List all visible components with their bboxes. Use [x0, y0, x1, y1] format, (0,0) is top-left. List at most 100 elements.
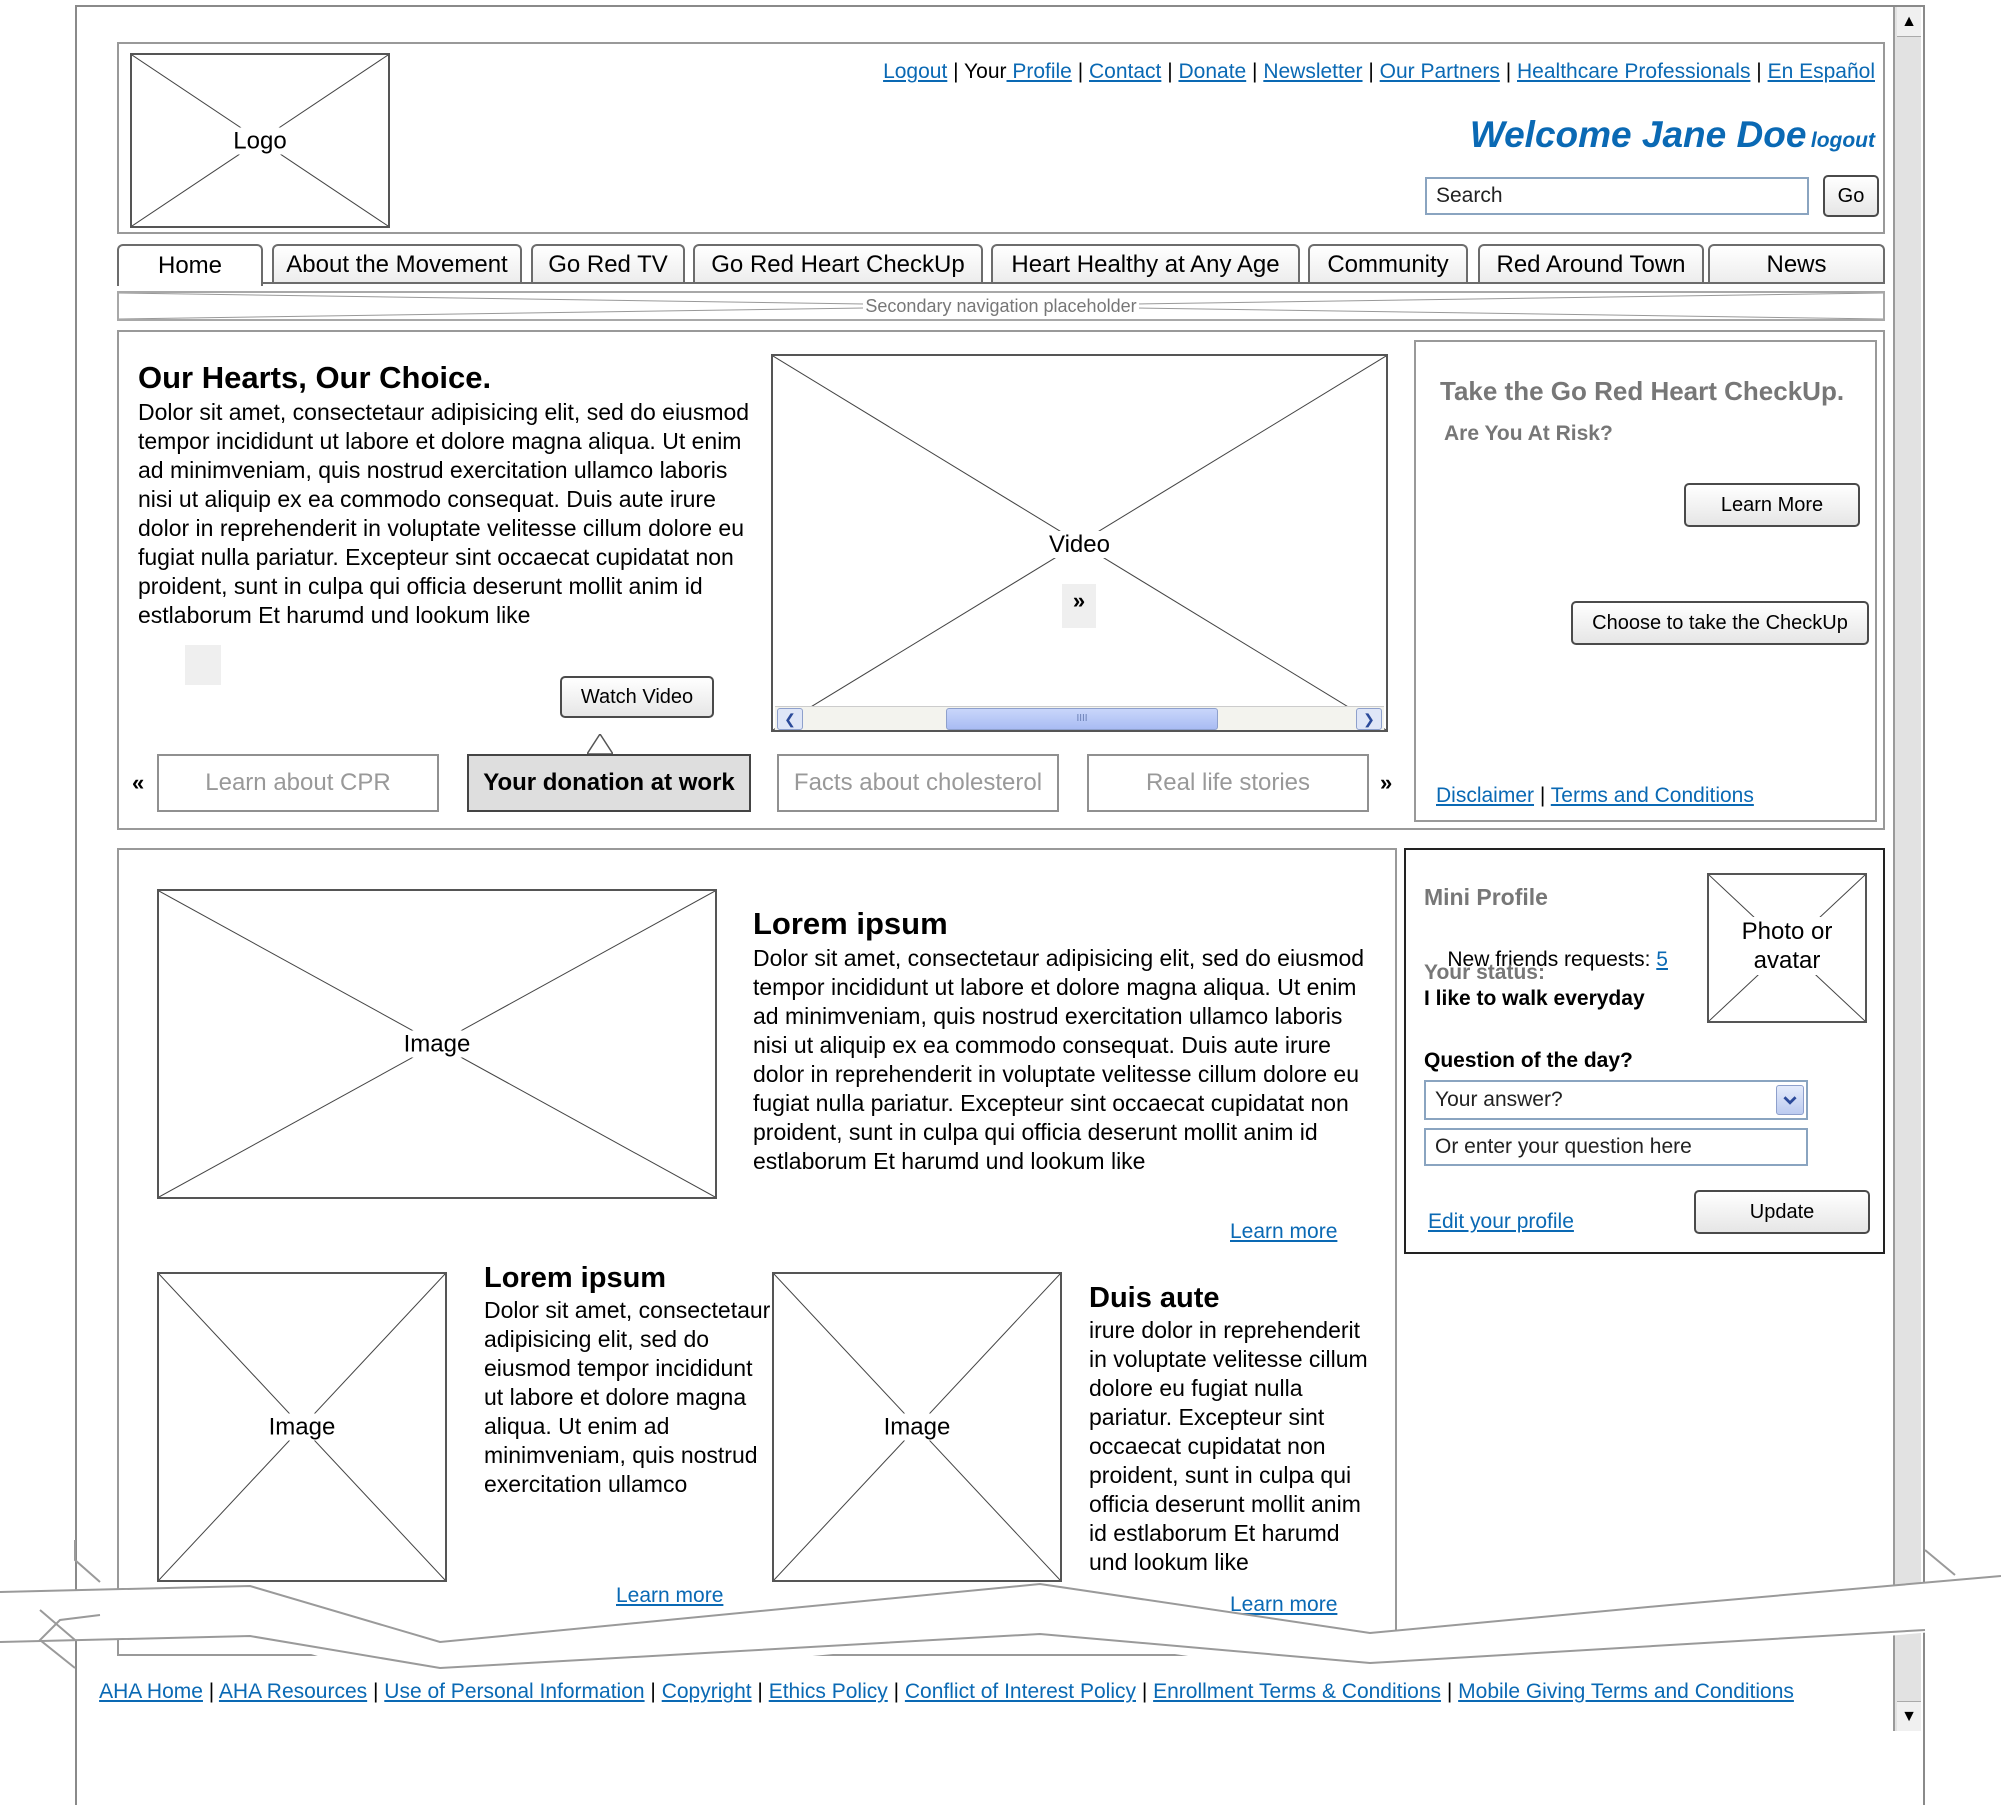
footer-separator: | [751, 1680, 769, 1703]
carousel-item[interactable]: Learn about CPR [157, 754, 439, 812]
disclaimer-link[interactable]: Disclaimer [1436, 784, 1534, 807]
welcome-text: Welcome Jane Doe [1469, 114, 1807, 155]
utility-separator: | [1246, 60, 1264, 83]
utility-separator: | [1161, 60, 1179, 83]
utility-link[interactable]: Donate [1178, 60, 1246, 83]
scroll-down-icon[interactable]: ▼ [1897, 1701, 1921, 1731]
tab-red-around-town[interactable]: Red Around Town [1478, 244, 1704, 284]
vertical-scrollbar[interactable]: ▲ ▼ [1893, 7, 1921, 1731]
mini-profile: Mini Profile New friends requests: 5 You… [1404, 848, 1885, 1254]
tab-home[interactable]: Home [117, 244, 263, 286]
header: Logo Logout | Your Profile | Contact | D… [117, 42, 1885, 234]
secondary-nav: Secondary navigation placeholder [117, 291, 1885, 321]
hero-body: Dolor sit amet, consectetaur adipisicing… [138, 399, 750, 628]
footer-link[interactable]: Copyright [662, 1680, 752, 1703]
utility-link[interactable]: Profile [1007, 60, 1072, 83]
edit-profile-link[interactable]: Edit your profile [1428, 1210, 1574, 1234]
tab-about-the-movement[interactable]: About the Movement [272, 244, 522, 284]
carousel-item[interactable]: Your donation at work [467, 754, 751, 812]
utility-link[interactable]: Healthcare Professionals [1517, 60, 1750, 83]
update-button[interactable]: Update [1694, 1190, 1870, 1234]
carousel-item[interactable]: Real life stories [1087, 754, 1369, 812]
tab-heart-healthy-at-any-age[interactable]: Heart Healthy at Any Age [991, 244, 1300, 284]
footer-link[interactable]: AHA Home [99, 1680, 203, 1703]
logo-label: Logo [231, 127, 289, 154]
feature-image[interactable]: Image [157, 889, 717, 1199]
welcome-logout-link[interactable]: logout [1811, 129, 1875, 152]
hero-title: Our Hearts, Our Choice. [138, 360, 492, 395]
answer-select-value: Your answer? [1435, 1088, 1563, 1111]
avatar-label: Photo or avatar [1732, 917, 1842, 975]
question-label: Question of the day? [1424, 1049, 1633, 1072]
utility-link[interactable]: En Español [1768, 60, 1875, 83]
watch-video-pointer [587, 734, 613, 754]
footer-link[interactable]: Conflict of Interest Policy [905, 1680, 1136, 1703]
watch-video-button[interactable]: Watch Video [560, 676, 714, 718]
welcome-line: Welcome Jane Doe logout [1470, 114, 1875, 156]
learn-more-button[interactable]: Learn More [1684, 483, 1860, 527]
card2-image-label: Image [881, 1413, 953, 1441]
utility-separator: | [1750, 60, 1768, 83]
checkup-legal-links: Disclaimer | Terms and Conditions [1436, 784, 1754, 808]
question-input[interactable]: Or enter your question here [1424, 1128, 1808, 1166]
scroll-right-icon[interactable]: ❯ [1356, 708, 1382, 730]
video-scrollbar[interactable]: ❮ IIII ❯ [775, 706, 1384, 730]
footer-link[interactable]: Mobile Giving Terms and Conditions [1458, 1680, 1794, 1703]
video-scroll-thumb[interactable]: IIII [946, 708, 1218, 730]
scroll-grip-icon: IIII [1076, 713, 1088, 724]
scroll-left-icon[interactable]: ❮ [777, 708, 803, 730]
go-button[interactable]: Go [1823, 175, 1879, 217]
checkup-panel: Take the Go Red Heart CheckUp. Are You A… [1414, 340, 1877, 822]
secondary-nav-label: Secondary navigation placeholder [863, 295, 1139, 317]
video-next-icon[interactable]: » [1062, 584, 1096, 628]
tab-news[interactable]: News [1708, 244, 1885, 284]
utility-link[interactable]: Newsletter [1263, 60, 1362, 83]
scroll-up-icon[interactable]: ▲ [1897, 7, 1921, 37]
utility-separator: | [1362, 60, 1380, 83]
footer-link[interactable]: Use of Personal Information [384, 1680, 644, 1703]
utility-link[interactable]: Contact [1089, 60, 1161, 83]
carousel-prev-icon[interactable]: « [132, 770, 144, 796]
footer-links: AHA Home | AHA Resources | Use of Person… [0, 1680, 1893, 1704]
tab-go-red-tv[interactable]: Go Red TV [531, 244, 685, 284]
hero-section: Our Hearts, Our Choice. Dolor sit amet, … [117, 330, 1885, 830]
tab-community[interactable]: Community [1308, 244, 1468, 284]
legal-separator: | [1534, 784, 1551, 807]
nav-baseline [117, 282, 1885, 284]
card2-title: Duis aute [1089, 1282, 1220, 1314]
carousel-next-icon[interactable]: » [1380, 770, 1392, 796]
footer-separator: | [202, 1680, 219, 1703]
logo-placeholder[interactable]: Logo [130, 53, 390, 228]
video-player[interactable]: Video » ❮ IIII ❯ [771, 354, 1388, 732]
terms-link[interactable]: Terms and Conditions [1551, 784, 1754, 807]
utility-link[interactable]: Our Partners [1380, 60, 1500, 83]
footer-link[interactable]: Enrollment Terms & Conditions [1153, 1680, 1441, 1703]
utility-separator: | Your [947, 60, 1007, 83]
search-input[interactable]: Search [1425, 177, 1809, 215]
utility-links: Logout | Your Profile | Contact | Donate… [883, 60, 1875, 84]
page-break-divider [0, 1540, 2001, 1670]
tab-go-red-heart-checkup[interactable]: Go Red Heart CheckUp [693, 244, 983, 284]
footer-separator: | [1135, 1680, 1154, 1703]
footer-link[interactable]: AHA Resources [219, 1680, 367, 1703]
chevron-down-icon[interactable] [1776, 1085, 1804, 1115]
footer-separator: | [644, 1680, 662, 1703]
footer-separator: | [367, 1680, 385, 1703]
checkup-title: Take the Go Red Heart CheckUp. [1440, 376, 1845, 406]
answer-select[interactable]: Your answer? [1424, 1080, 1808, 1120]
friends-count-link[interactable]: 5 [1656, 948, 1668, 971]
feature-title: Lorem ipsum [753, 906, 948, 941]
status-label: Your status: [1424, 961, 1545, 984]
video-label: Video [1047, 531, 1112, 558]
footer-separator: | [887, 1680, 905, 1703]
profile-title: Mini Profile [1424, 884, 1548, 910]
choose-checkup-button[interactable]: Choose to take the CheckUp [1571, 601, 1869, 645]
footer-link[interactable]: Ethics Policy [769, 1680, 888, 1703]
utility-link[interactable]: Logout [883, 60, 947, 83]
avatar-placeholder[interactable]: Photo or avatar [1707, 873, 1867, 1023]
card1-image-label: Image [266, 1413, 338, 1441]
feature-learn-more-link[interactable]: Learn more [1230, 1220, 1337, 1244]
card1-body: Dolor sit amet, consectetaur adipisicing… [484, 1297, 771, 1497]
feature-body: Dolor sit amet, consectetaur adipisicing… [753, 945, 1365, 1174]
carousel-item[interactable]: Facts about cholesterol [777, 754, 1059, 812]
